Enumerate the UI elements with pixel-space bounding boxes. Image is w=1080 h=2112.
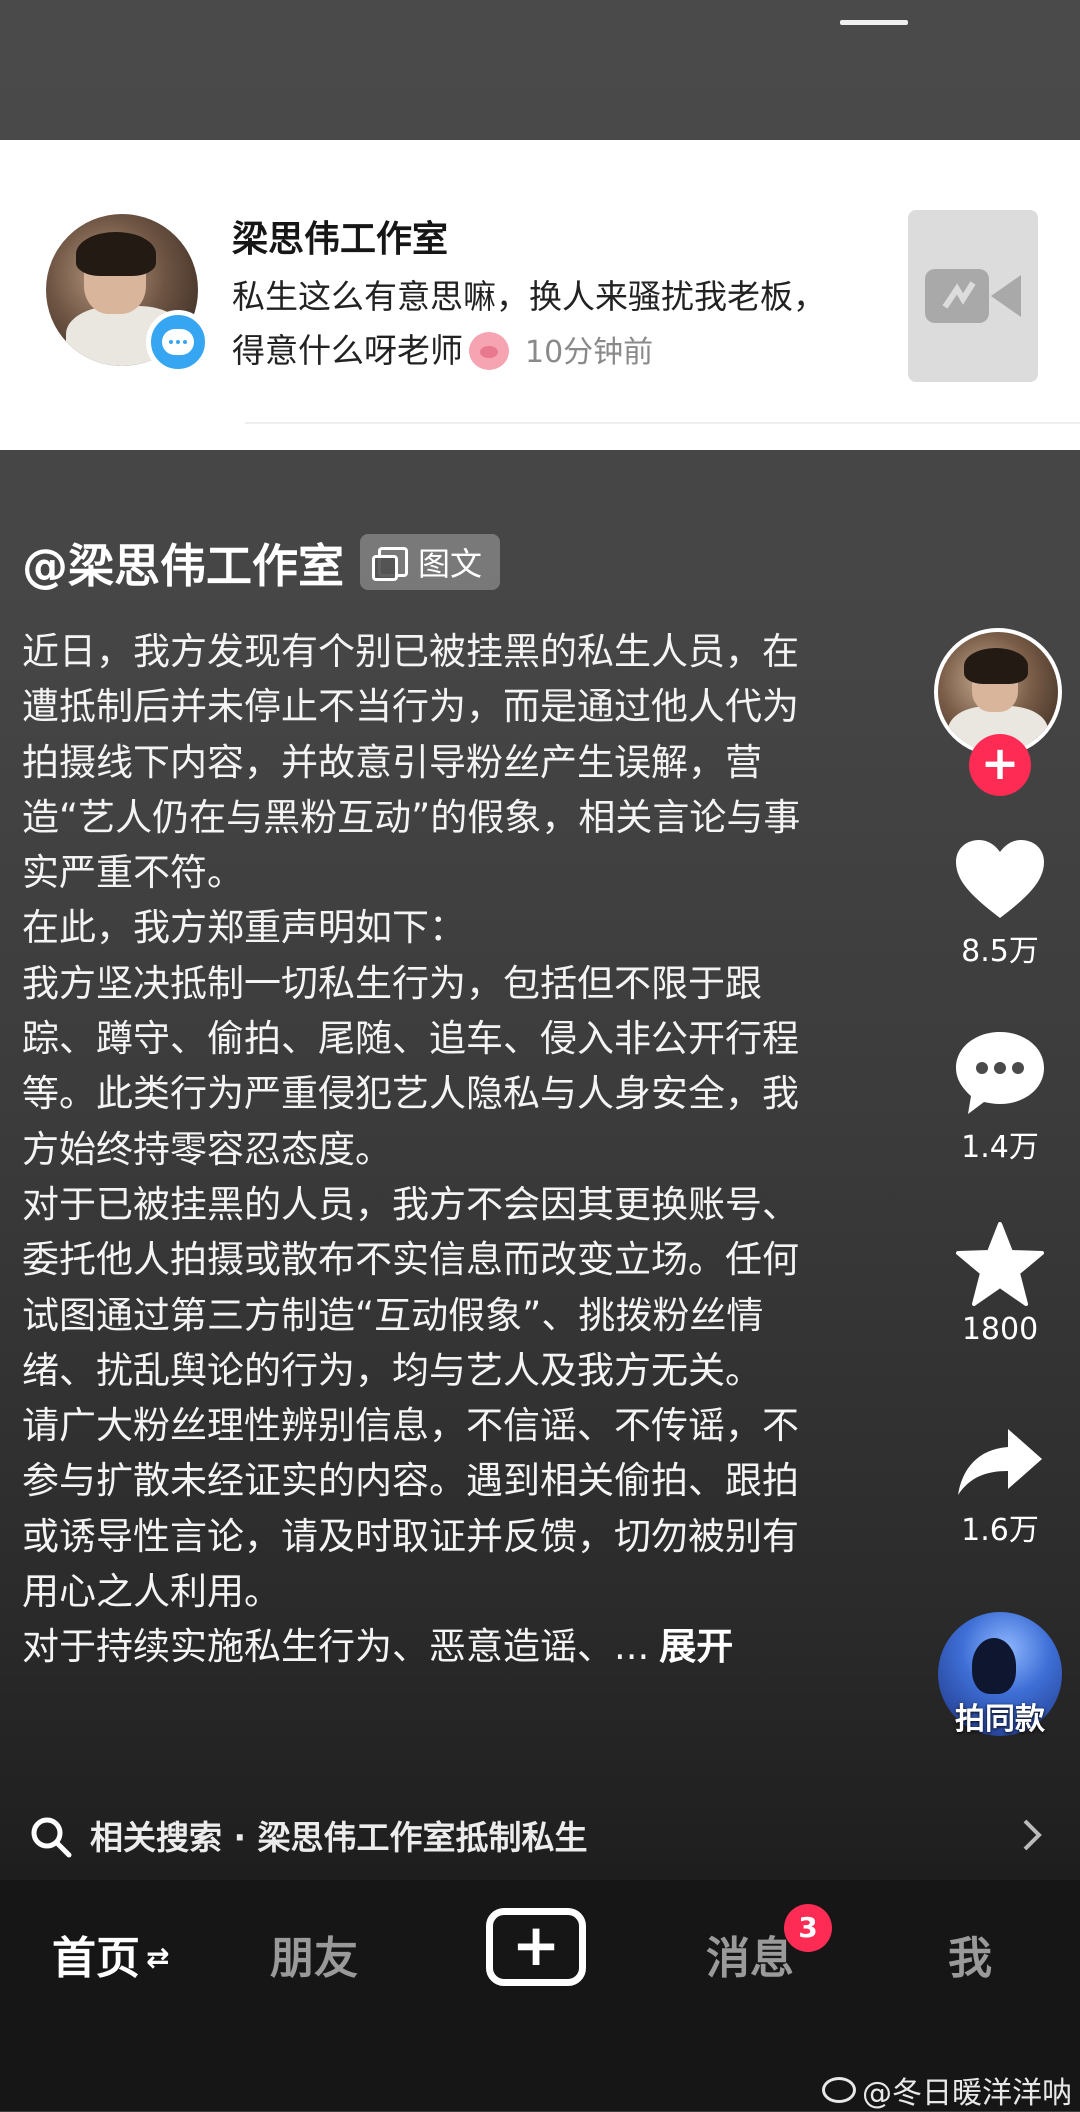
post-caption: 近日，我方发现有个别已被挂黑的私生人员，在遭抵制后并未停止不当行为，而是通过他人… bbox=[22, 624, 832, 1675]
switch-arrows-icon: ⇄ bbox=[146, 1941, 170, 1974]
share-arrow-icon bbox=[958, 1429, 1042, 1495]
star-icon bbox=[956, 1222, 1044, 1306]
expand-button[interactable]: 展开 bbox=[659, 1625, 733, 1668]
watermark: @冬日暖洋洋呐 bbox=[822, 2068, 1072, 2112]
caption-truncated: 对于持续实施私生行为、恶意造谣、... bbox=[22, 1625, 650, 1669]
caption-paragraph: 对于已被挂黑的人员，我方不会因其更换账号、委托他人拍摄或散布不实信息而改变立场。… bbox=[22, 1182, 799, 1392]
pig-emoji-icon bbox=[469, 332, 509, 370]
notification-message: 私生这么有意思嘛，换人来骚扰我老板，得意什么呀老师 10分钟前 bbox=[232, 270, 852, 380]
images-icon bbox=[372, 547, 408, 581]
post-author[interactable]: @梁思伟工作室 bbox=[22, 530, 344, 596]
same-style-label[interactable]: 拍同款 bbox=[930, 1694, 1070, 1738]
share-count: 1.6万 bbox=[961, 1513, 1039, 1548]
messages-badge: 3 bbox=[784, 1904, 832, 1952]
caption-paragraph: 我方坚决抵制一切私生行为，包括但不限于跟踪、蹲守、偷拍、尾随、追车、侵入非公开行… bbox=[22, 961, 799, 1171]
chevron-right-icon bbox=[1023, 1819, 1042, 1851]
post-type-tag: 图文 bbox=[360, 534, 501, 590]
message-icon bbox=[146, 310, 210, 374]
caption-paragraph: 请广大粉丝理性辨别信息，不信谣、不传谣，不参与扩散未经证实的内容。遇到相关偷拍、… bbox=[22, 1404, 799, 1614]
tab-friends[interactable]: 朋友 bbox=[270, 1922, 358, 1986]
comment-button[interactable]: 1.4万 bbox=[940, 1030, 1060, 1166]
caption-paragraph: 在此，我方郑重声明如下： bbox=[22, 906, 466, 950]
notification-time: 10分钟前 bbox=[525, 335, 654, 370]
notification-sender: 梁思伟工作室 bbox=[232, 219, 449, 260]
tag-label: 图文 bbox=[418, 545, 483, 583]
page-indicator bbox=[840, 20, 908, 25]
related-search-bar[interactable]: 相关搜索 · 梁思伟工作室抵制私生 bbox=[0, 1790, 1080, 1880]
related-search-text: 相关搜索 · 梁思伟工作室抵制私生 bbox=[90, 1818, 588, 1857]
share-button[interactable]: 1.6万 bbox=[940, 1425, 1060, 1549]
divider bbox=[245, 422, 1080, 424]
create-post-button[interactable]: + bbox=[486, 1908, 586, 1986]
search-icon bbox=[31, 1817, 72, 1858]
video-camera-thumbnail[interactable] bbox=[908, 210, 1038, 382]
tab-home-label: 首页 bbox=[52, 1933, 140, 1984]
bottom-tab-bar: 首页 ⇄ 朋友 + 消息 3 我 @冬日暖洋洋呐 bbox=[0, 1880, 1080, 2111]
video-camera-icon bbox=[925, 269, 1021, 323]
like-button[interactable]: 8.5万 bbox=[940, 838, 1060, 970]
watermark-text: @冬日暖洋洋呐 bbox=[862, 2076, 1072, 2111]
tab-me[interactable]: 我 bbox=[948, 1922, 992, 1986]
caption-paragraph: 近日，我方发现有个别已被挂黑的私生人员，在遭抵制后并未停止不当行为，而是通过他人… bbox=[22, 630, 801, 895]
tab-messages[interactable]: 消息 bbox=[706, 1922, 794, 1986]
follow-button[interactable]: + bbox=[969, 734, 1031, 796]
notification-card[interactable]: 梁思伟工作室 私生这么有意思嘛，换人来骚扰我老板，得意什么呀老师 10分钟前 bbox=[0, 140, 1080, 450]
comment-count: 1.4万 bbox=[961, 1130, 1039, 1165]
comment-icon bbox=[956, 1032, 1044, 1114]
tab-home[interactable]: 首页 ⇄ bbox=[52, 1922, 169, 1986]
favorite-count: 1800 bbox=[961, 1312, 1039, 1347]
favorite-button[interactable]: 1800 bbox=[940, 1222, 1060, 1347]
weibo-logo-icon bbox=[822, 2077, 856, 2103]
heart-icon bbox=[956, 840, 1044, 918]
like-count: 8.5万 bbox=[961, 934, 1039, 969]
caption-paragraph-last: 对于持续实施私生行为、恶意造谣、... 展开 bbox=[22, 1619, 832, 1674]
